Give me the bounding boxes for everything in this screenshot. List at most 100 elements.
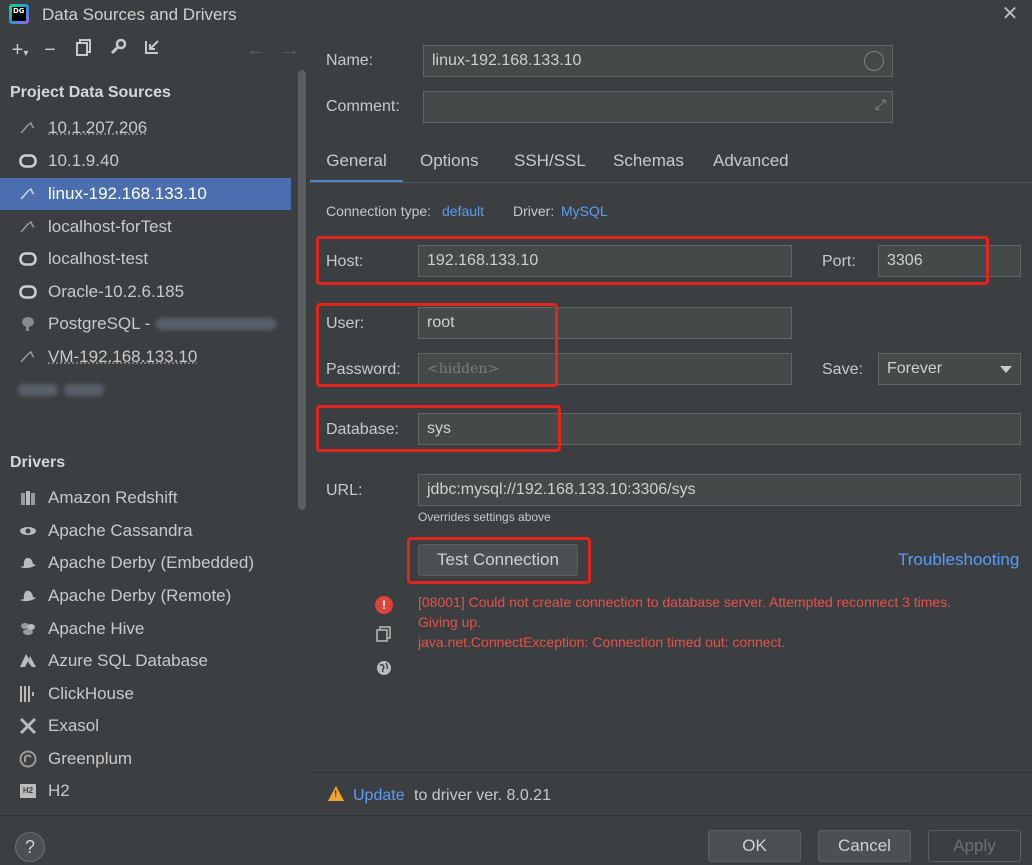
save-label: Save: (822, 361, 863, 378)
data-source-item[interactable]: localhost-forTest (0, 211, 291, 243)
copy-icon[interactable] (375, 625, 393, 643)
import-icon[interactable] (140, 38, 164, 62)
test-connection-label: Test Connection (437, 550, 559, 569)
ok-button[interactable]: OK (708, 830, 801, 862)
derby-hat-icon (18, 553, 38, 573)
tab-ssh-ssl[interactable]: SSH/SSL (514, 145, 586, 183)
driver-label: Amazon Redshift (48, 488, 178, 507)
h2-icon: H2 (18, 781, 38, 801)
datagrip-app-icon: DG (9, 4, 29, 24)
tab-schemas[interactable]: Schemas (613, 145, 684, 183)
remove-icon[interactable]: − (38, 38, 62, 62)
data-source-item[interactable]: VM-192.168.133.10 (0, 341, 291, 373)
host-value: 192.168.133.10 (427, 252, 539, 269)
driver-item[interactable]: H2 H2 (0, 775, 291, 807)
troubleshooting-link[interactable]: Troubleshooting (898, 550, 1019, 570)
expand-icon[interactable]: ⤢ (875, 96, 886, 113)
name-label: Name: (326, 52, 374, 69)
footer: ? OK Cancel Apply (0, 815, 1032, 865)
error-line-1: [08001] Could not create connection to d… (418, 594, 952, 610)
tab-general[interactable]: General (310, 145, 403, 183)
duplicate-icon[interactable] (72, 38, 96, 62)
driver-label: Driver: (513, 203, 555, 219)
driver-item[interactable]: Azure SQL Database (0, 645, 291, 677)
port-label: Port: (822, 253, 856, 270)
redshift-icon (18, 488, 38, 508)
data-source-item-redacted[interactable] (0, 374, 291, 406)
name-field[interactable]: linux-192.168.133.10 (423, 45, 893, 77)
wrench-icon[interactable] (106, 38, 130, 62)
tab-advanced[interactable]: Advanced (713, 145, 789, 183)
cancel-button[interactable]: Cancel (818, 830, 911, 862)
driver-label: Greenplum (48, 749, 133, 768)
driver-item[interactable]: ClickHouse (0, 678, 291, 710)
drivers-title: Drivers (10, 454, 66, 471)
update-text: to driver ver. 8.0.21 (414, 787, 551, 804)
host-field[interactable]: 192.168.133.10 (418, 245, 792, 277)
clickhouse-bars-icon (18, 684, 38, 704)
data-source-label: PostgreSQL - (48, 314, 151, 333)
user-value: root (427, 314, 455, 331)
user-field[interactable]: root (418, 307, 792, 339)
driver-link[interactable]: MySQL (561, 203, 608, 219)
data-source-label: VM-192.168.133.10 (48, 347, 198, 366)
url-field[interactable]: jdbc:mysql://192.168.133.10:3306/sys (418, 474, 1021, 506)
test-connection-button[interactable]: Test Connection (418, 544, 578, 576)
password-label: Password: (326, 361, 401, 378)
save-value: Forever (887, 360, 943, 377)
azure-icon (18, 651, 38, 671)
color-indicator-icon[interactable] (864, 51, 884, 71)
mysql-dolphin-icon (18, 217, 38, 237)
globe-icon[interactable] (375, 659, 393, 677)
driver-item[interactable]: Exasol (0, 710, 291, 742)
sidebar-scrollbar[interactable] (298, 70, 306, 510)
driver-label: Apache Derby (Remote) (48, 586, 232, 605)
driver-item[interactable]: Apache Hive (0, 613, 291, 645)
oracle-icon (18, 282, 38, 302)
name-value: linux-192.168.133.10 (432, 52, 582, 69)
tab-options[interactable]: Options (420, 145, 479, 183)
driver-item[interactable]: Amazon Redshift (0, 482, 291, 514)
database-field[interactable]: sys (418, 413, 1021, 445)
driver-label: H2 (48, 781, 70, 800)
sidebar-toolbar: +▾ − ← → (0, 30, 310, 70)
exasol-x-icon (18, 716, 38, 736)
data-source-item[interactable]: localhost-test (0, 243, 291, 275)
window-title: Data Sources and Drivers (42, 5, 237, 24)
driver-label: Apache Derby (Embedded) (48, 553, 255, 572)
mysql-dolphin-icon (18, 184, 38, 204)
mysql-dolphin-icon (18, 118, 38, 138)
driver-item[interactable]: Greenplum (0, 743, 291, 775)
forward-arrow-icon[interactable]: → (278, 38, 302, 62)
data-source-item[interactable]: 10.1.207.206 (0, 112, 291, 144)
comment-field[interactable]: ⤢ (423, 91, 893, 123)
data-source-item[interactable]: PostgreSQL - (0, 308, 291, 340)
help-button[interactable]: ? (15, 832, 45, 862)
data-source-item[interactable]: Oracle-10.2.6.185 (0, 276, 291, 308)
user-label: User: (326, 315, 365, 332)
data-source-label: Oracle-10.2.6.185 (48, 282, 185, 301)
apply-button[interactable]: Apply (928, 830, 1021, 862)
title-bar: DG Data Sources and Drivers ✕ (0, 0, 1032, 30)
save-select[interactable]: Forever (878, 353, 1021, 385)
warning-icon: ! (328, 786, 344, 801)
data-source-item[interactable]: 10.1.9.40 (0, 145, 291, 177)
connection-type-link[interactable]: default (442, 203, 484, 219)
port-field[interactable]: 3306 (878, 245, 1021, 277)
data-source-item-selected[interactable]: linux-192.168.133.10 (0, 178, 291, 210)
add-icon[interactable]: +▾ (8, 38, 32, 62)
mysql-dolphin-icon (18, 347, 38, 367)
port-value: 3306 (887, 252, 923, 269)
main-panel: Name: linux-192.168.133.10 Comment: ⤢ Ge… (310, 30, 1032, 815)
greenplum-icon (18, 749, 38, 769)
tabs-divider (310, 182, 1032, 183)
close-icon[interactable]: ✕ (999, 3, 1021, 25)
driver-item[interactable]: Apache Derby (Remote) (0, 580, 291, 612)
app-icon-text: DG (12, 7, 26, 21)
cassandra-eye-icon (18, 521, 38, 541)
update-link[interactable]: Update (353, 787, 405, 805)
driver-item[interactable]: Apache Cassandra (0, 515, 291, 547)
password-field[interactable]: <hidden> (418, 353, 792, 385)
driver-item[interactable]: Apache Derby (Embedded) (0, 547, 291, 579)
back-arrow-icon[interactable]: ← (244, 38, 268, 62)
